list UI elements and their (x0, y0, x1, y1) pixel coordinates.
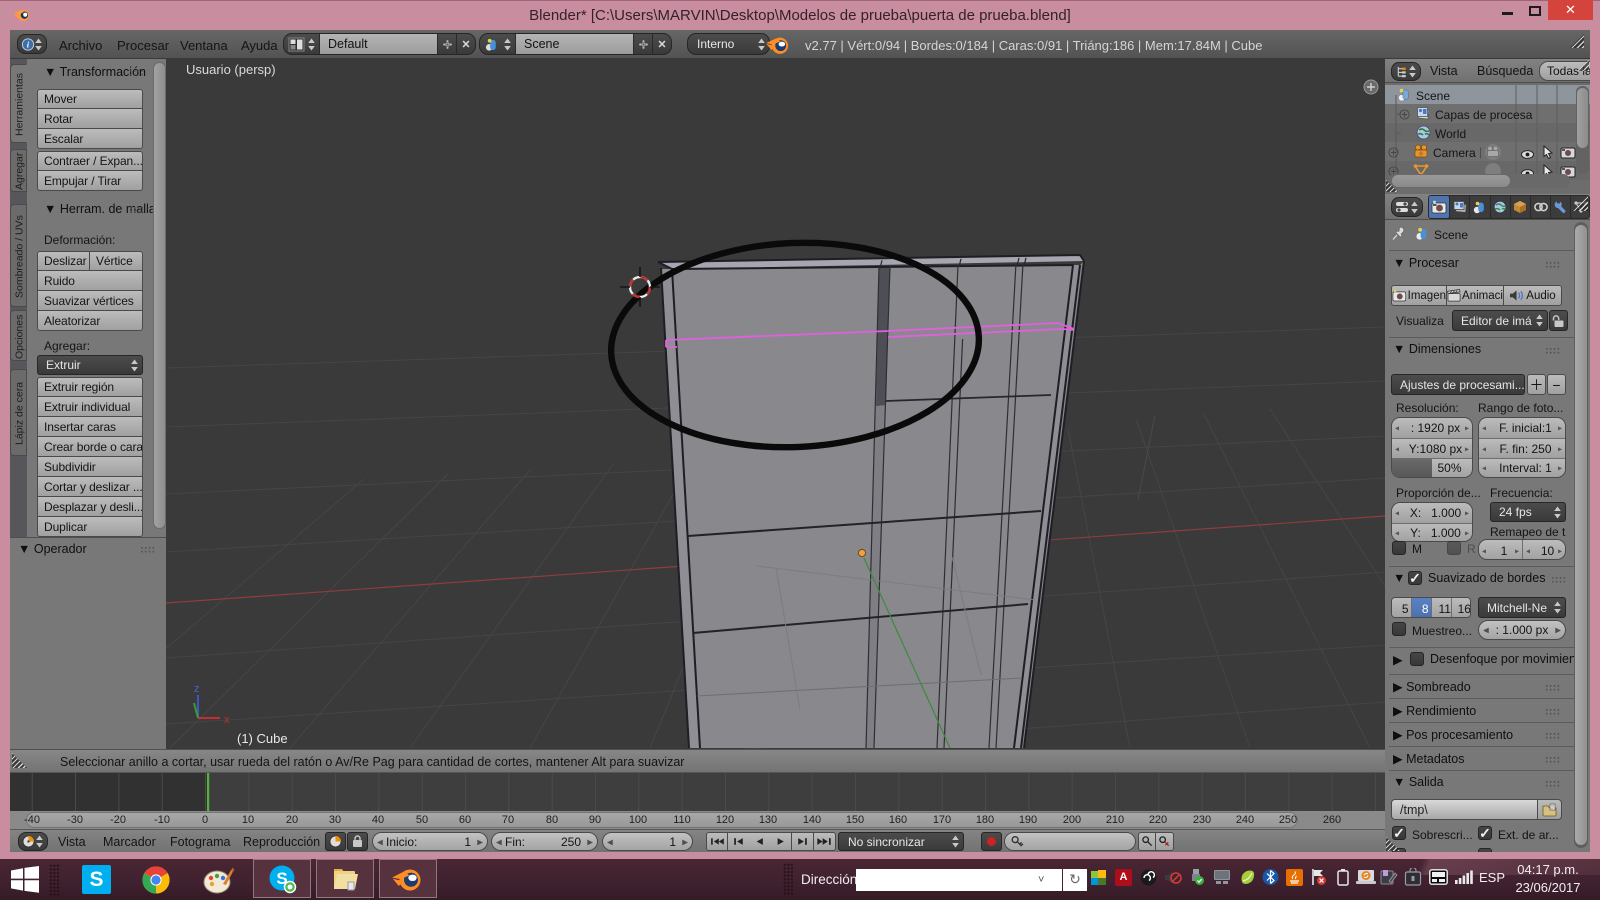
svg-text:x: x (224, 714, 230, 726)
svg-text:(1) Cube: (1) Cube (237, 731, 288, 746)
svg-text:z: z (194, 683, 200, 695)
svg-text:Usuario (persp): Usuario (persp) (186, 62, 276, 77)
